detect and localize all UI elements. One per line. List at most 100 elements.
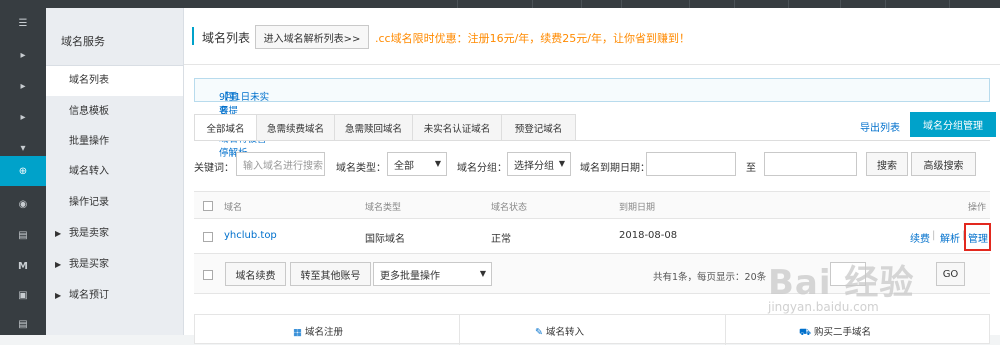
top-bar-divider [885,0,886,8]
nav-item-batch[interactable]: 批量操作 [46,127,183,157]
title-accent [192,27,194,45]
batch-renew-button[interactable]: 域名续费 [225,262,286,286]
globe-icon[interactable]: ⊕ [0,156,46,186]
chevron-right-icon[interactable]: ▸ [0,102,46,132]
go-button[interactable]: GO [936,262,965,286]
group-label: 域名分组： [457,163,507,174]
watermark-logo: Bai 经验 [768,263,915,303]
caret-right-icon: ▶ [55,260,62,269]
col-status: 域名状态 [491,203,528,213]
panel-icon[interactable]: ▣ [0,280,46,310]
nav-item-label: 域名预订 [69,290,109,301]
expiry-start-input[interactable] [646,152,736,176]
resolve-link[interactable]: 解析 [940,230,960,245]
nav-item-seller[interactable]: ▶ 我是卖家 [46,219,183,249]
nav-title: 域名服务 [61,35,105,48]
advanced-search-button[interactable]: 高级搜索 [911,152,976,176]
watermark-url: jingyan.baidu.com [768,300,879,314]
nav-item-op-log[interactable]: 操作记录 [46,188,183,218]
buy-card[interactable]: ⛟ 购买二手域名 [799,324,871,339]
tab-all[interactable]: 全部域名 [194,114,257,141]
top-bar-divider [457,0,458,8]
top-bar [0,0,1000,8]
top-bar-divider [689,0,690,8]
chevron-right-icon[interactable]: ▸ [0,71,46,101]
tab-redeem[interactable]: 急需赎回域名 [334,114,413,141]
top-bar-divider [840,0,841,8]
menu-icon[interactable]: ☰ [0,8,46,38]
register-card[interactable]: ▦ 域名注册 [293,324,343,338]
table-row: yhclub.top 国际域名 正常 2018-08-08 续费 | 解析 | … [194,219,991,254]
nav-item-reserve[interactable]: ▶ 域名预订 [46,281,183,311]
expiry-end-input[interactable] [764,152,857,176]
chevron-down-icon: ▼ [434,159,441,168]
row-checkbox[interactable] [203,232,213,242]
page-title: 域名列表 [202,31,251,45]
server-icon[interactable]: ▤ [0,220,46,250]
top-bar-divider [581,0,582,8]
top-bar-divider [621,0,622,8]
export-list-link[interactable]: 导出列表 [860,119,900,134]
chevron-down-icon: ▼ [558,159,565,168]
col-ops: 操作 [968,203,987,213]
nav-item-domain-list[interactable]: 域名列表 [46,66,183,96]
keyword-label: 关键词： [194,163,234,174]
footer-checkbox[interactable] [203,270,213,280]
cart-icon: ⛟ [799,327,811,338]
caret-right-icon: ▶ [55,229,62,238]
top-bar-divider [949,0,950,8]
notice-banner: 【重要提醒】9月1日未实名的.com/.net域名将被暂停解析 [194,78,990,159]
more-batch-select[interactable]: 更多批量操作 ▼ [373,262,492,286]
tab-unverified[interactable]: 未实名认证域名 [412,114,502,141]
nav-item-info-template[interactable]: 信息模板 [46,97,183,127]
m-logo-icon[interactable]: M [0,251,46,281]
tab-divider [194,140,990,141]
quick-actions: ▦ 域名注册 ✎ 域名转入 ⛟ 购买二手域名 [194,314,990,345]
nav-item-transfer-in[interactable]: 域名转入 [46,157,183,187]
group-select[interactable]: 选择分组 ▼ [507,152,571,176]
secondary-nav: 域名服务 域名列表 信息模板 批量操作 域名转入 操作记录 ▶ 我是卖家 ▶ 我是买… [46,8,184,335]
resolve-list-button[interactable]: 进入域名解析列表>> [255,25,369,49]
caret-right-icon: ▶ [55,291,62,300]
tab-renew[interactable]: 急需续费域名 [256,114,335,141]
col-domain: 域名 [224,203,243,213]
nav-item-buyer[interactable]: ▶ 我是买家 [46,250,183,280]
tab-preregister[interactable]: 预登记域名 [501,114,576,141]
transfer-account-button[interactable]: 转至其他账号 [290,262,371,286]
dns-icon[interactable]: ◉ [0,189,46,219]
col-type: 域名类型 [365,203,402,213]
more-batch-value: 更多批量操作 [380,270,440,282]
type-label: 域名类型： [336,163,386,174]
promo-link[interactable]: .cc域名限时优惠：注册16元/年，续费25元/年，让你省到赚到！ [375,30,690,46]
op-separator: | [932,230,936,241]
chevron-down-icon: ▼ [479,269,486,278]
transfer-in-card[interactable]: ✎ 域名转入 [535,324,584,338]
type-value: 全部 [394,160,414,172]
pencil-icon: ✎ [535,327,543,338]
transfer-in-label: 域名转入 [546,327,585,338]
group-value: 选择分组 [514,160,554,172]
to-label: 至 [746,163,756,174]
top-bar-divider [788,0,789,8]
domain-type: 国际域名 [365,234,405,245]
table-header: 域名 域名类型 域名状态 到期日期 操作 [194,191,990,219]
domain-expiry: 2018-08-08 [619,230,678,241]
expiry-label: 域名到期日期： [580,163,650,174]
top-bar-divider [532,0,533,8]
group-manage-button[interactable]: 域名分组管理 [910,112,996,137]
domain-status: 正常 [491,234,511,245]
buy-label: 购买二手域名 [813,327,871,338]
keyword-input[interactable]: 输入域名进行搜索 [236,152,325,176]
card-divider [459,315,460,345]
type-select[interactable]: 全部 ▼ [387,152,447,176]
register-label: 域名注册 [305,327,344,338]
select-all-checkbox[interactable] [203,201,213,211]
chevron-right-icon[interactable]: ▸ [0,40,46,70]
search-button[interactable]: 搜索 [866,152,908,176]
calendar-icon: ▦ [293,327,302,338]
icon-rail: ☰ ▸ ▸ ▸ ▾ ⊕ ◉ ▤ M ▣ ▤ [0,8,46,335]
pagination-summary: 共有1条，每页显示：20条 [653,272,767,283]
card-divider [725,315,726,345]
domain-link[interactable]: yhclub.top [224,230,277,241]
renew-link[interactable]: 续费 [910,230,930,245]
